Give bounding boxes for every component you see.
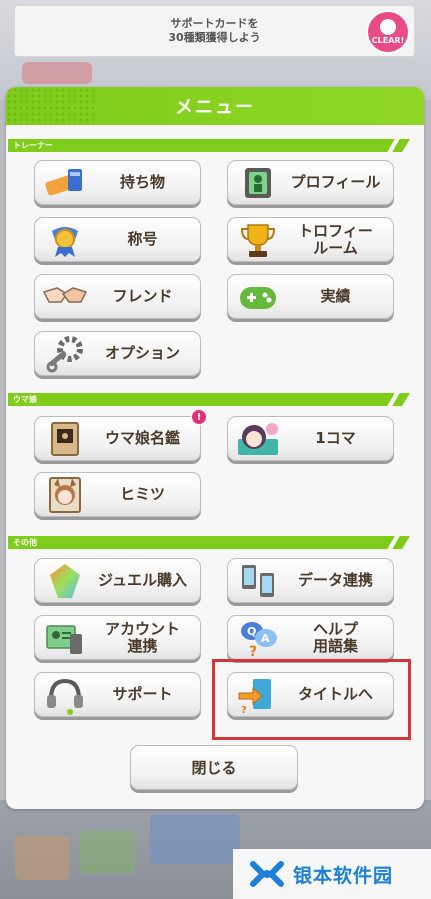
- mission-text: サポートカードを 30種類獲得しよう: [168, 17, 261, 44]
- section-other: その他: [8, 536, 410, 549]
- character-portrait-icon: [39, 475, 91, 515]
- items-icon: [39, 163, 91, 203]
- trophy-room-button[interactable]: トロフィー ルーム: [227, 217, 394, 262]
- friends-label: フレンド: [112, 287, 173, 305]
- profile-label: プロフィール: [290, 173, 381, 191]
- mission-banner[interactable]: サポートカードを 30種類獲得しよう CLEAR!: [14, 5, 415, 57]
- options-label: オプション: [104, 344, 180, 362]
- notification-badge: !: [191, 409, 207, 425]
- friends-button[interactable]: フレンド: [34, 274, 201, 319]
- character-comic-icon: [232, 419, 284, 459]
- support-label: サポート: [112, 685, 173, 703]
- profile-button[interactable]: プロフィール: [227, 160, 394, 205]
- section-trainer: トレーナー: [8, 139, 410, 152]
- account-link-button[interactable]: アカウント 連携: [34, 615, 201, 660]
- watermark-logo-icon: [250, 861, 284, 887]
- medal-icon: [39, 220, 91, 260]
- watermark: 银本软件园: [233, 849, 431, 899]
- section-umamusume: ウマ娘: [8, 393, 410, 406]
- data-link-button[interactable]: データ連携: [227, 558, 394, 603]
- phone-sync-icon: [232, 561, 284, 601]
- titles-button[interactable]: 称号: [34, 217, 201, 262]
- highlight-box: [212, 659, 411, 740]
- encyclopedia-book-icon: [39, 419, 91, 459]
- close-button[interactable]: 閉じる: [130, 745, 298, 790]
- background-tile: [22, 62, 92, 84]
- handshake-icon: [39, 277, 91, 317]
- items-button[interactable]: 持ち物: [34, 160, 201, 205]
- help-button[interactable]: Q A? ヘルプ 用語集: [227, 615, 394, 660]
- items-label: 持ち物: [119, 173, 165, 191]
- data-link-label: データ連携: [297, 571, 373, 589]
- svg-text:?: ?: [249, 644, 257, 658]
- account-link-label: アカウント 連携: [104, 619, 180, 655]
- secrets-label: ヒミツ: [119, 485, 165, 503]
- menu-header: メニュー: [6, 87, 424, 125]
- jewel-purchase-button[interactable]: ジュエル購入: [34, 558, 201, 603]
- trophy-icon: [232, 220, 284, 260]
- clear-badge: CLEAR!: [366, 10, 410, 54]
- support-button[interactable]: サポート: [34, 672, 201, 717]
- watermark-text: 银本软件园: [293, 864, 394, 887]
- options-button[interactable]: オプション: [34, 331, 201, 376]
- jewel-icon: [39, 561, 91, 601]
- menu-title: メニュー: [175, 97, 255, 118]
- one-koma-button[interactable]: 1コマ: [227, 416, 394, 461]
- header-dot-pattern: [6, 87, 96, 125]
- encyclopedia-button[interactable]: ウマ娘名鑑 !: [34, 409, 207, 461]
- clear-badge-label: CLEAR!: [371, 36, 405, 45]
- background-tile: [80, 830, 135, 874]
- help-label: ヘルプ 用語集: [312, 619, 358, 655]
- profile-card-icon: [232, 163, 284, 203]
- one-koma-label: 1コマ: [315, 429, 356, 447]
- background-tile: [150, 814, 240, 864]
- svg-text:Q: Q: [247, 625, 256, 638]
- gamepad-icon: [232, 277, 284, 317]
- account-card-icon: [39, 618, 91, 658]
- character-face-icon: [380, 19, 396, 35]
- titles-label: 称号: [127, 230, 158, 248]
- help-qa-icon: Q A?: [232, 618, 284, 658]
- achievements-button[interactable]: 実績: [227, 274, 394, 319]
- achievements-label: 実績: [320, 287, 351, 305]
- headset-icon: [39, 675, 91, 715]
- secrets-button[interactable]: ヒミツ: [34, 472, 201, 517]
- jewel-purchase-label: ジュエル購入: [98, 571, 187, 589]
- svg-text:A: A: [261, 632, 270, 645]
- trophy-room-label: トロフィー ルーム: [298, 221, 373, 257]
- encyclopedia-label: ウマ娘名鑑: [104, 429, 180, 447]
- background-tile: [15, 836, 70, 880]
- gear-icon: [39, 334, 91, 374]
